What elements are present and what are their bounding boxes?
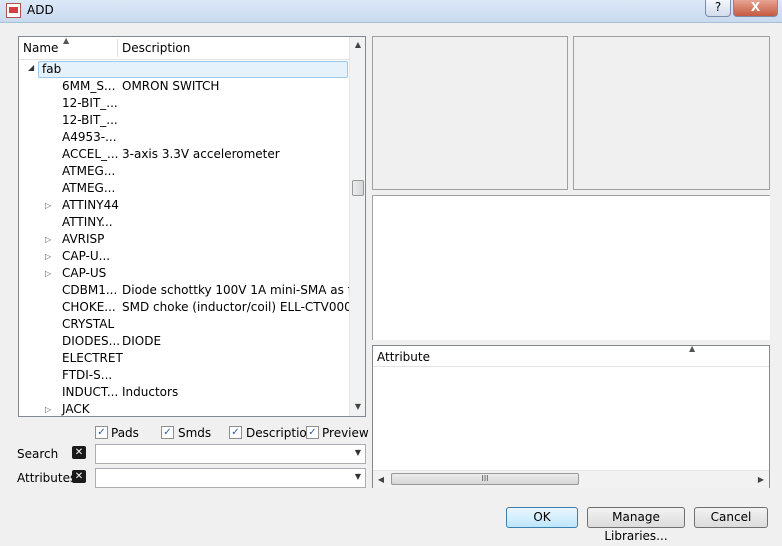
ok-button[interactable]: OK xyxy=(506,507,578,528)
close-button[interactable]: X xyxy=(733,0,778,17)
column-name-header[interactable]: Name xyxy=(23,41,58,55)
device-name: ATTINY... xyxy=(62,215,113,229)
expand-arrow-icon[interactable]: ▷ xyxy=(45,401,51,416)
help-button[interactable]: ? xyxy=(705,0,731,17)
tree-row[interactable]: CDBM1... Diode schottky 100V 1A mini-SMA … xyxy=(19,282,365,299)
device-description: SMD choke (inductor/coil) ELL-CTV000... xyxy=(122,300,364,314)
dropdown-arrow-icon[interactable]: ▼ xyxy=(355,472,361,481)
attribute-column-header[interactable]: Attribute xyxy=(377,350,430,364)
description-checkbox[interactable]: ✓ xyxy=(229,426,242,439)
tree-row[interactable]: ATMEG... xyxy=(19,163,349,180)
tree-header: Name ▲ Description xyxy=(19,37,349,60)
tree-row[interactable]: CRYSTAL xyxy=(19,316,349,333)
search-label: Search xyxy=(17,447,59,461)
horizontal-scroll-thumb[interactable]: III xyxy=(391,473,579,485)
search-input[interactable]: ▼ xyxy=(95,444,366,464)
horizontal-scrollbar[interactable]: ◀ III ▶ xyxy=(373,470,769,488)
window-title: ADD xyxy=(27,3,54,17)
device-name: DIODES... xyxy=(62,334,121,348)
cancel-button[interactable]: Cancel xyxy=(694,507,768,528)
scroll-down-icon[interactable]: ▼ xyxy=(350,399,365,415)
device-name: 12-BIT_... xyxy=(62,96,118,110)
symbol-preview xyxy=(573,36,770,190)
device-name: FTDI-S... xyxy=(62,368,113,382)
tree-row[interactable]: ▷ AVRISP xyxy=(19,231,349,248)
device-name: CDBM1... xyxy=(62,283,118,297)
pads-label: Pads xyxy=(111,426,139,440)
tree-row[interactable]: ATMEG... xyxy=(19,180,349,197)
expand-arrow-icon[interactable]: ▷ xyxy=(45,197,51,214)
tree-row[interactable]: ▷ CAP-U... xyxy=(19,248,349,265)
device-name: 12-BIT_... xyxy=(62,113,118,127)
device-name: ATMEG... xyxy=(62,181,116,195)
device-name: CAP-U... xyxy=(62,249,111,263)
device-name: A4953-... xyxy=(62,130,117,144)
tree-row[interactable]: DIODES... DIODE xyxy=(19,333,349,350)
device-description: Diode schottky 100V 1A mini-SMA as fo... xyxy=(122,283,366,297)
tree-row[interactable]: ACCEL_... 3-axis 3.3V accelerometer xyxy=(19,146,349,163)
device-name: ATTINY44 xyxy=(62,198,119,212)
attributes-input[interactable]: ▼ xyxy=(95,468,366,488)
title-bar: ADD ? X xyxy=(0,0,782,23)
manage-libraries-button[interactable]: Manage Libraries... xyxy=(587,507,685,543)
tree-row[interactable]: ▷ CAP-US xyxy=(19,265,349,282)
scroll-up-icon[interactable]: ▲ xyxy=(350,37,365,53)
tree-row[interactable]: ATTINY... xyxy=(19,214,349,231)
device-name: INDUCT... xyxy=(62,385,119,399)
vertical-scrollbar[interactable]: ▲ ▼ xyxy=(349,37,365,416)
package-preview xyxy=(372,36,568,190)
dropdown-arrow-icon[interactable]: ▼ xyxy=(355,448,361,457)
sort-up-icon: ▲ xyxy=(689,344,696,353)
tree-root-label: fab xyxy=(42,62,62,76)
expand-arrow-icon[interactable]: ▷ xyxy=(45,231,51,248)
device-name: 6MM_S... xyxy=(62,79,116,93)
expand-arrow-icon[interactable]: ▷ xyxy=(45,248,51,265)
tree-row[interactable]: FTDI-S... xyxy=(19,367,349,384)
attribute-list[interactable]: Attribute ▲ ◀ III ▶ xyxy=(372,344,770,488)
tree-row[interactable]: CHOKE... SMD choke (inductor/coil) ELL-CT… xyxy=(19,299,363,316)
smds-label: Smds xyxy=(178,426,212,440)
attributes-label: Attributes xyxy=(17,471,77,485)
device-name: ELECTRET xyxy=(62,351,123,365)
device-name: CAP-US xyxy=(62,266,107,280)
tree-row[interactable]: 12-BIT_... xyxy=(19,112,349,129)
collapse-arrow-icon[interactable]: ◢ xyxy=(28,63,34,72)
device-name: JACK xyxy=(62,402,90,416)
tree-row[interactable]: ▷ JACK xyxy=(19,401,349,416)
tree-root-row[interactable] xyxy=(38,61,348,78)
device-name: ACCEL_... xyxy=(62,147,119,161)
device-description: DIODE xyxy=(122,334,162,348)
expand-arrow-icon[interactable]: ▷ xyxy=(45,265,51,282)
device-name: CRYSTAL xyxy=(62,317,115,331)
column-separator[interactable] xyxy=(117,39,118,57)
device-name: CHOKE... xyxy=(62,300,116,314)
device-name: AVRISP xyxy=(62,232,105,246)
description-panel xyxy=(372,195,770,340)
column-description-header[interactable]: Description xyxy=(122,41,190,55)
description-label: Description xyxy=(246,426,315,440)
scroll-right-icon[interactable]: ▶ xyxy=(753,471,769,488)
clear-search-icon[interactable]: ✕ xyxy=(72,446,86,459)
tree-row[interactable]: INDUCT... Inductors xyxy=(19,384,349,401)
smds-checkbox[interactable]: ✓ xyxy=(161,426,174,439)
attribute-header: Attribute ▲ xyxy=(373,344,769,367)
library-tree[interactable]: Name ▲ Description ◢ fab 6MM_S... OMRON S… xyxy=(18,36,366,417)
tree-row[interactable]: ELECTRET xyxy=(19,350,349,367)
clear-attributes-icon[interactable]: ✕ xyxy=(72,470,86,483)
scroll-thumb[interactable] xyxy=(352,180,364,196)
device-name: ATMEG... xyxy=(62,164,116,178)
device-description: OMRON SWITCH xyxy=(122,79,220,93)
app-icon xyxy=(6,3,21,18)
device-description: 3-axis 3.3V accelerometer xyxy=(122,147,280,161)
pads-checkbox[interactable]: ✓ xyxy=(95,426,108,439)
scroll-left-icon[interactable]: ◀ xyxy=(373,471,389,488)
preview-label: Preview xyxy=(322,426,369,440)
sort-up-icon: ▲ xyxy=(63,36,70,45)
device-description: Inductors xyxy=(122,385,179,399)
tree-row[interactable]: ▷ ATTINY44 xyxy=(19,197,349,214)
tree-row[interactable]: 12-BIT_... xyxy=(19,95,349,112)
preview-checkbox[interactable]: ✓ xyxy=(306,426,319,439)
tree-row[interactable]: 6MM_S... OMRON SWITCH xyxy=(19,78,349,95)
tree-row[interactable]: A4953-... xyxy=(19,129,349,146)
